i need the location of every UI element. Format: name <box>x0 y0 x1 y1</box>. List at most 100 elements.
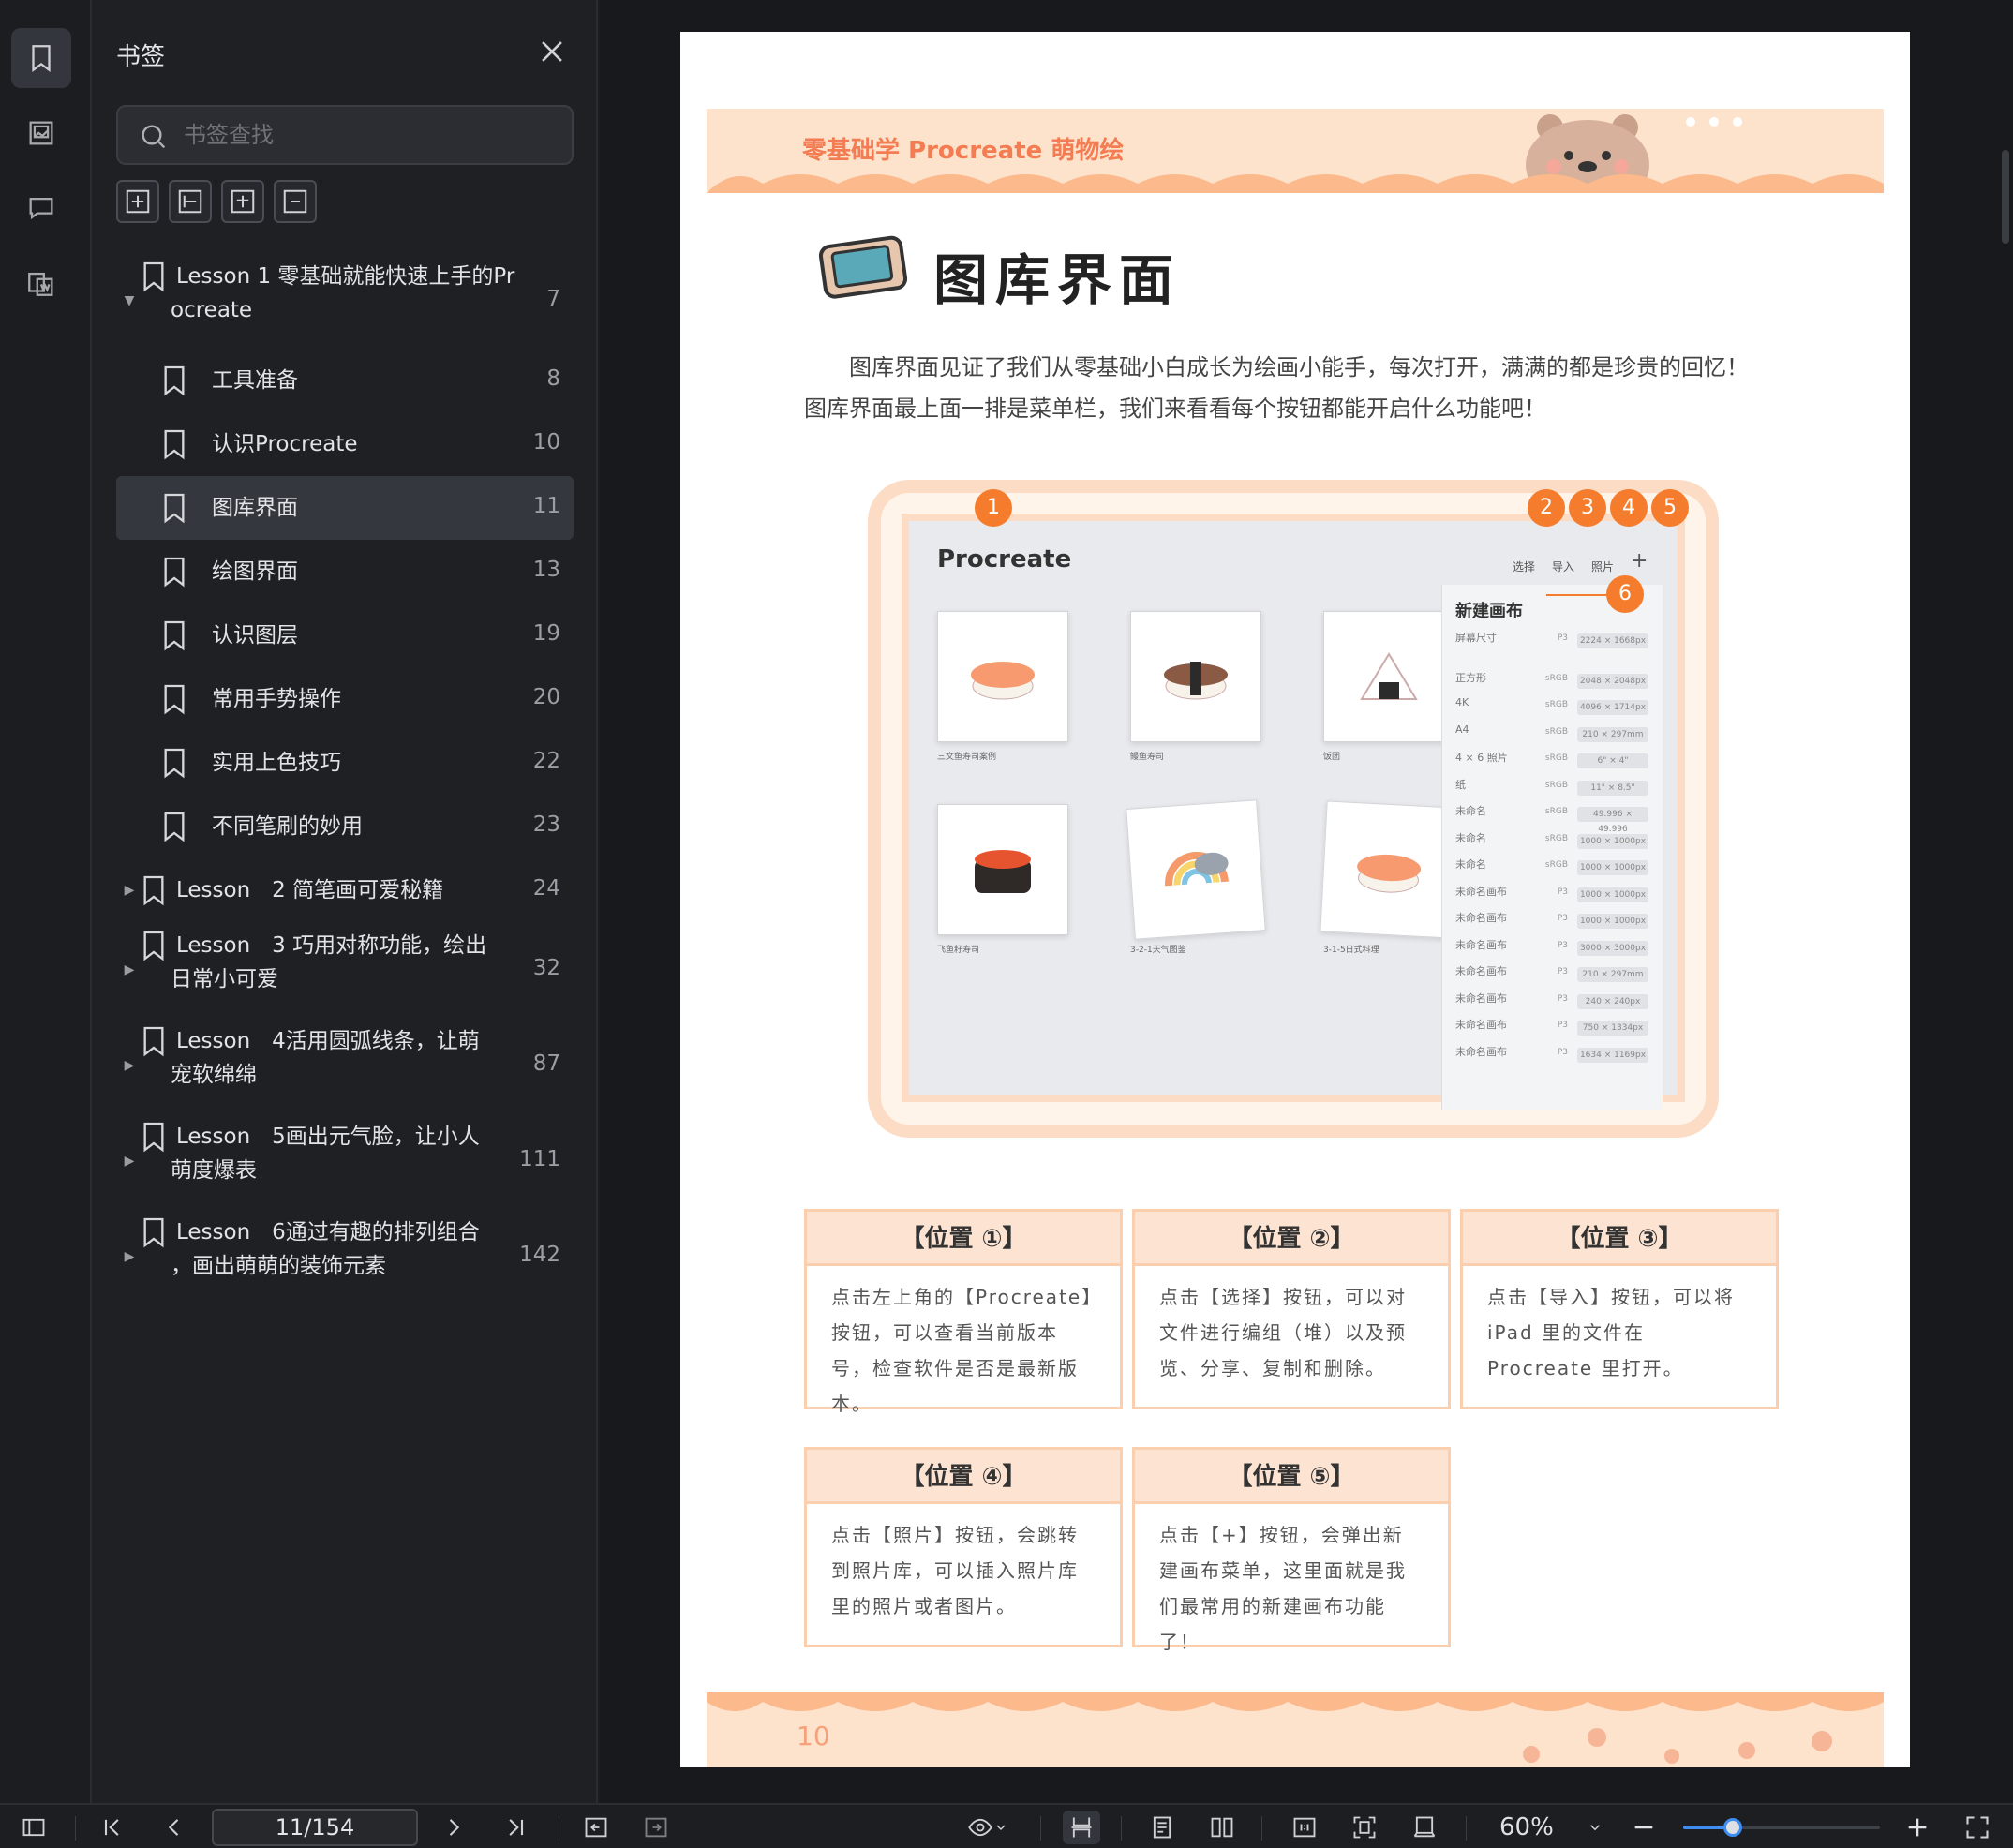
next-page-button[interactable] <box>435 1811 472 1844</box>
bookmark-label: 实用上色技巧 <box>212 751 341 775</box>
first-page-button[interactable] <box>94 1811 131 1844</box>
two-page-button[interactable] <box>1203 1811 1241 1844</box>
canvas-preset-row: 未命名 sRGB 49.996 × 49.996 <box>1455 803 1652 834</box>
comment-rail-button[interactable] <box>11 178 71 238</box>
fit-width-button[interactable] <box>1406 1811 1443 1844</box>
zoom-out-button[interactable] <box>1625 1811 1663 1844</box>
fit-page-icon <box>1353 1816 1376 1839</box>
bookmark-item[interactable]: 工具准备 8 <box>116 349 574 412</box>
bookmark-page-number: 13 <box>532 558 560 582</box>
bookmark-item[interactable]: 绘图界面 13 <box>116 540 574 604</box>
bookmark-panel: 书签 ▼ Lesson 1 零基础就能快速上手的Pr ocreate 7 工具准备 8 认识… <box>92 0 598 1803</box>
bookmark-item[interactable]: ▼ Lesson 1 零基础就能快速上手的Pr ocreate 7 <box>116 253 574 349</box>
add-bookmark-button[interactable] <box>221 180 264 223</box>
zoom-dropdown-button[interactable] <box>1576 1811 1614 1844</box>
position-title: 【位置 ②】 <box>1135 1212 1448 1266</box>
bookmark-rail-button[interactable] <box>11 28 71 88</box>
delete-bookmark-button[interactable] <box>274 180 317 223</box>
callout-4: 4 <box>1610 489 1648 527</box>
caret-right-icon[interactable]: ▶ <box>122 1209 137 1304</box>
bookmark-item[interactable]: 实用上色技巧 22 <box>116 731 574 795</box>
bookmark-item[interactable]: 图库界面 11 <box>116 476 574 540</box>
caret-right-icon[interactable]: ▶ <box>122 1018 137 1113</box>
search-input[interactable] <box>184 118 559 152</box>
bookmark-item[interactable]: ▶ Lesson 5画出元气脸，让小人 萌度爆表 111 <box>116 1113 574 1209</box>
position-text: 点击【导入】按钮，可以将 iPad 里的文件在 Procreate 里打开。 <box>1487 1286 1735 1379</box>
bookmark-item[interactable]: 认识Procreate 10 <box>116 412 574 476</box>
tablet-icon <box>818 235 908 299</box>
artwork-stack <box>1320 800 1458 939</box>
fit-width-icon <box>1413 1816 1436 1838</box>
last-page-button[interactable] <box>497 1811 534 1844</box>
thumbnail-rail-button[interactable] <box>11 103 71 163</box>
actual-size-icon <box>1293 1817 1316 1838</box>
position-text: 点击【+】按钮，会弹出新建画布菜单，这里面就是我们最常用的新建画布功能了！ <box>1159 1524 1407 1653</box>
bookmark-item[interactable]: 不同笔刷的妙用 23 <box>116 795 574 858</box>
zoom-level[interactable]: 60% <box>1499 1813 1554 1841</box>
continuous-scroll-button[interactable] <box>1063 1811 1100 1844</box>
caret-right-icon[interactable]: ▶ <box>122 1113 137 1209</box>
bookmark-page-number: 32 <box>532 956 560 980</box>
preset-color-profile: sRGB <box>1544 780 1568 790</box>
zoom-slider-handle[interactable] <box>1722 1818 1742 1837</box>
navigate-back-button[interactable] <box>577 1811 615 1844</box>
actual-size-button[interactable] <box>1286 1811 1323 1844</box>
single-page-button[interactable] <box>1143 1811 1181 1844</box>
app-name: Procreate <box>937 545 1072 574</box>
bookmark-item[interactable]: 认识图层 19 <box>116 604 574 667</box>
preset-color-profile: P3 <box>1557 940 1568 950</box>
position-title: 【位置 ⑤】 <box>1135 1450 1448 1504</box>
zoom-slider[interactable] <box>1683 1818 1880 1837</box>
single-page-icon <box>1153 1816 1171 1839</box>
bookmark-icon <box>164 748 185 779</box>
page-number-input[interactable]: 11/154 <box>212 1809 418 1846</box>
canvas-preset-row: 未命名画布 P3 3000 × 3000px <box>1455 937 1652 961</box>
eye-icon <box>968 1818 992 1837</box>
expand-all-button[interactable] <box>116 180 159 223</box>
collapse-all-icon <box>178 189 202 214</box>
zoom-in-button[interactable] <box>1899 1811 1936 1844</box>
bookmark-label: 不同笔刷的妙用 <box>212 814 363 839</box>
preset-size: 1000 × 1000px <box>1577 833 1648 849</box>
preset-name: 未命名画布 <box>1455 938 1507 951</box>
bookmark-item[interactable]: ▶ Lesson 6通过有趣的排列组合 ，画出萌萌的装饰元素 142 <box>116 1209 574 1304</box>
attachment-rail-button[interactable] <box>11 253 71 313</box>
close-icon[interactable] <box>536 36 568 67</box>
bookmark-search[interactable] <box>116 105 574 165</box>
bookmark-page-number: 24 <box>532 876 560 901</box>
bookmark-item[interactable]: ▶ Lesson 3 巧用对称功能，绘出 日常小可爱 32 <box>116 922 574 1018</box>
caret-right-icon[interactable]: ▶ <box>122 858 137 922</box>
bookmark-item[interactable]: ▶ Lesson 4活用圆弧线条，让萌 宠软绵绵 87 <box>116 1018 574 1113</box>
navigate-forward-button[interactable] <box>637 1811 675 1844</box>
bookmark-label-continued: ocreate <box>171 298 253 322</box>
preset-name: 未命名 <box>1455 831 1486 844</box>
position-5-card: 【位置 ⑤】 点击【+】按钮，会弹出新建画布菜单，这里面就是我们最常用的新建画布… <box>1132 1447 1451 1653</box>
preset-name: 未命名画布 <box>1455 965 1507 977</box>
bookmark-item[interactable]: ▶ Lesson 2 简笔画可爱秘籍 24 <box>116 858 574 922</box>
canvas-preset-row: 4K sRGB 4096 × 1714px <box>1455 696 1652 721</box>
caret-right-icon[interactable]: ▶ <box>122 922 137 1018</box>
collapse-all-button[interactable] <box>169 180 212 223</box>
bookmark-page-number: 19 <box>532 621 560 646</box>
preset-size: 1000 × 1000px <box>1577 887 1648 902</box>
fit-page-button[interactable] <box>1346 1811 1383 1844</box>
toolbar-separator <box>1261 1816 1262 1841</box>
new-canvas-title: 新建画布 <box>1455 602 1523 621</box>
scrollbar-thumb[interactable] <box>2002 150 2009 244</box>
thumb-caption: 饭团 <box>1323 753 1341 762</box>
caret-down-icon[interactable]: ▼ <box>122 253 137 349</box>
view-mode-button[interactable] <box>960 1811 1016 1844</box>
banner-title: 零基础学 Procreate 萌物绘 <box>802 137 1125 165</box>
previous-page-button[interactable] <box>156 1811 193 1844</box>
chevron-right-icon <box>449 1819 460 1836</box>
preset-name: A4 <box>1455 723 1469 736</box>
fullscreen-button[interactable] <box>1959 1811 1996 1844</box>
intro-paragraph-1: 图库界面见证了我们从零基础小白成长为绘画小能手，每次打开，满满的都是珍贵的回忆！ <box>804 354 1749 380</box>
procreate-gallery-illustration: Procreate 选择 导入 照片 + 三文鱼寿司案例 鳗鱼寿司 饭团 飞鱼籽… <box>868 480 1719 1138</box>
rainbow-cloud-icon <box>1165 851 1229 887</box>
preset-name: 正方形 <box>1455 671 1486 684</box>
bookmark-icon <box>164 429 185 460</box>
bookmark-item[interactable]: 常用手势操作 20 <box>116 667 574 731</box>
toggle-sidebar-button[interactable] <box>15 1811 52 1844</box>
bookmark-icon <box>143 261 164 292</box>
